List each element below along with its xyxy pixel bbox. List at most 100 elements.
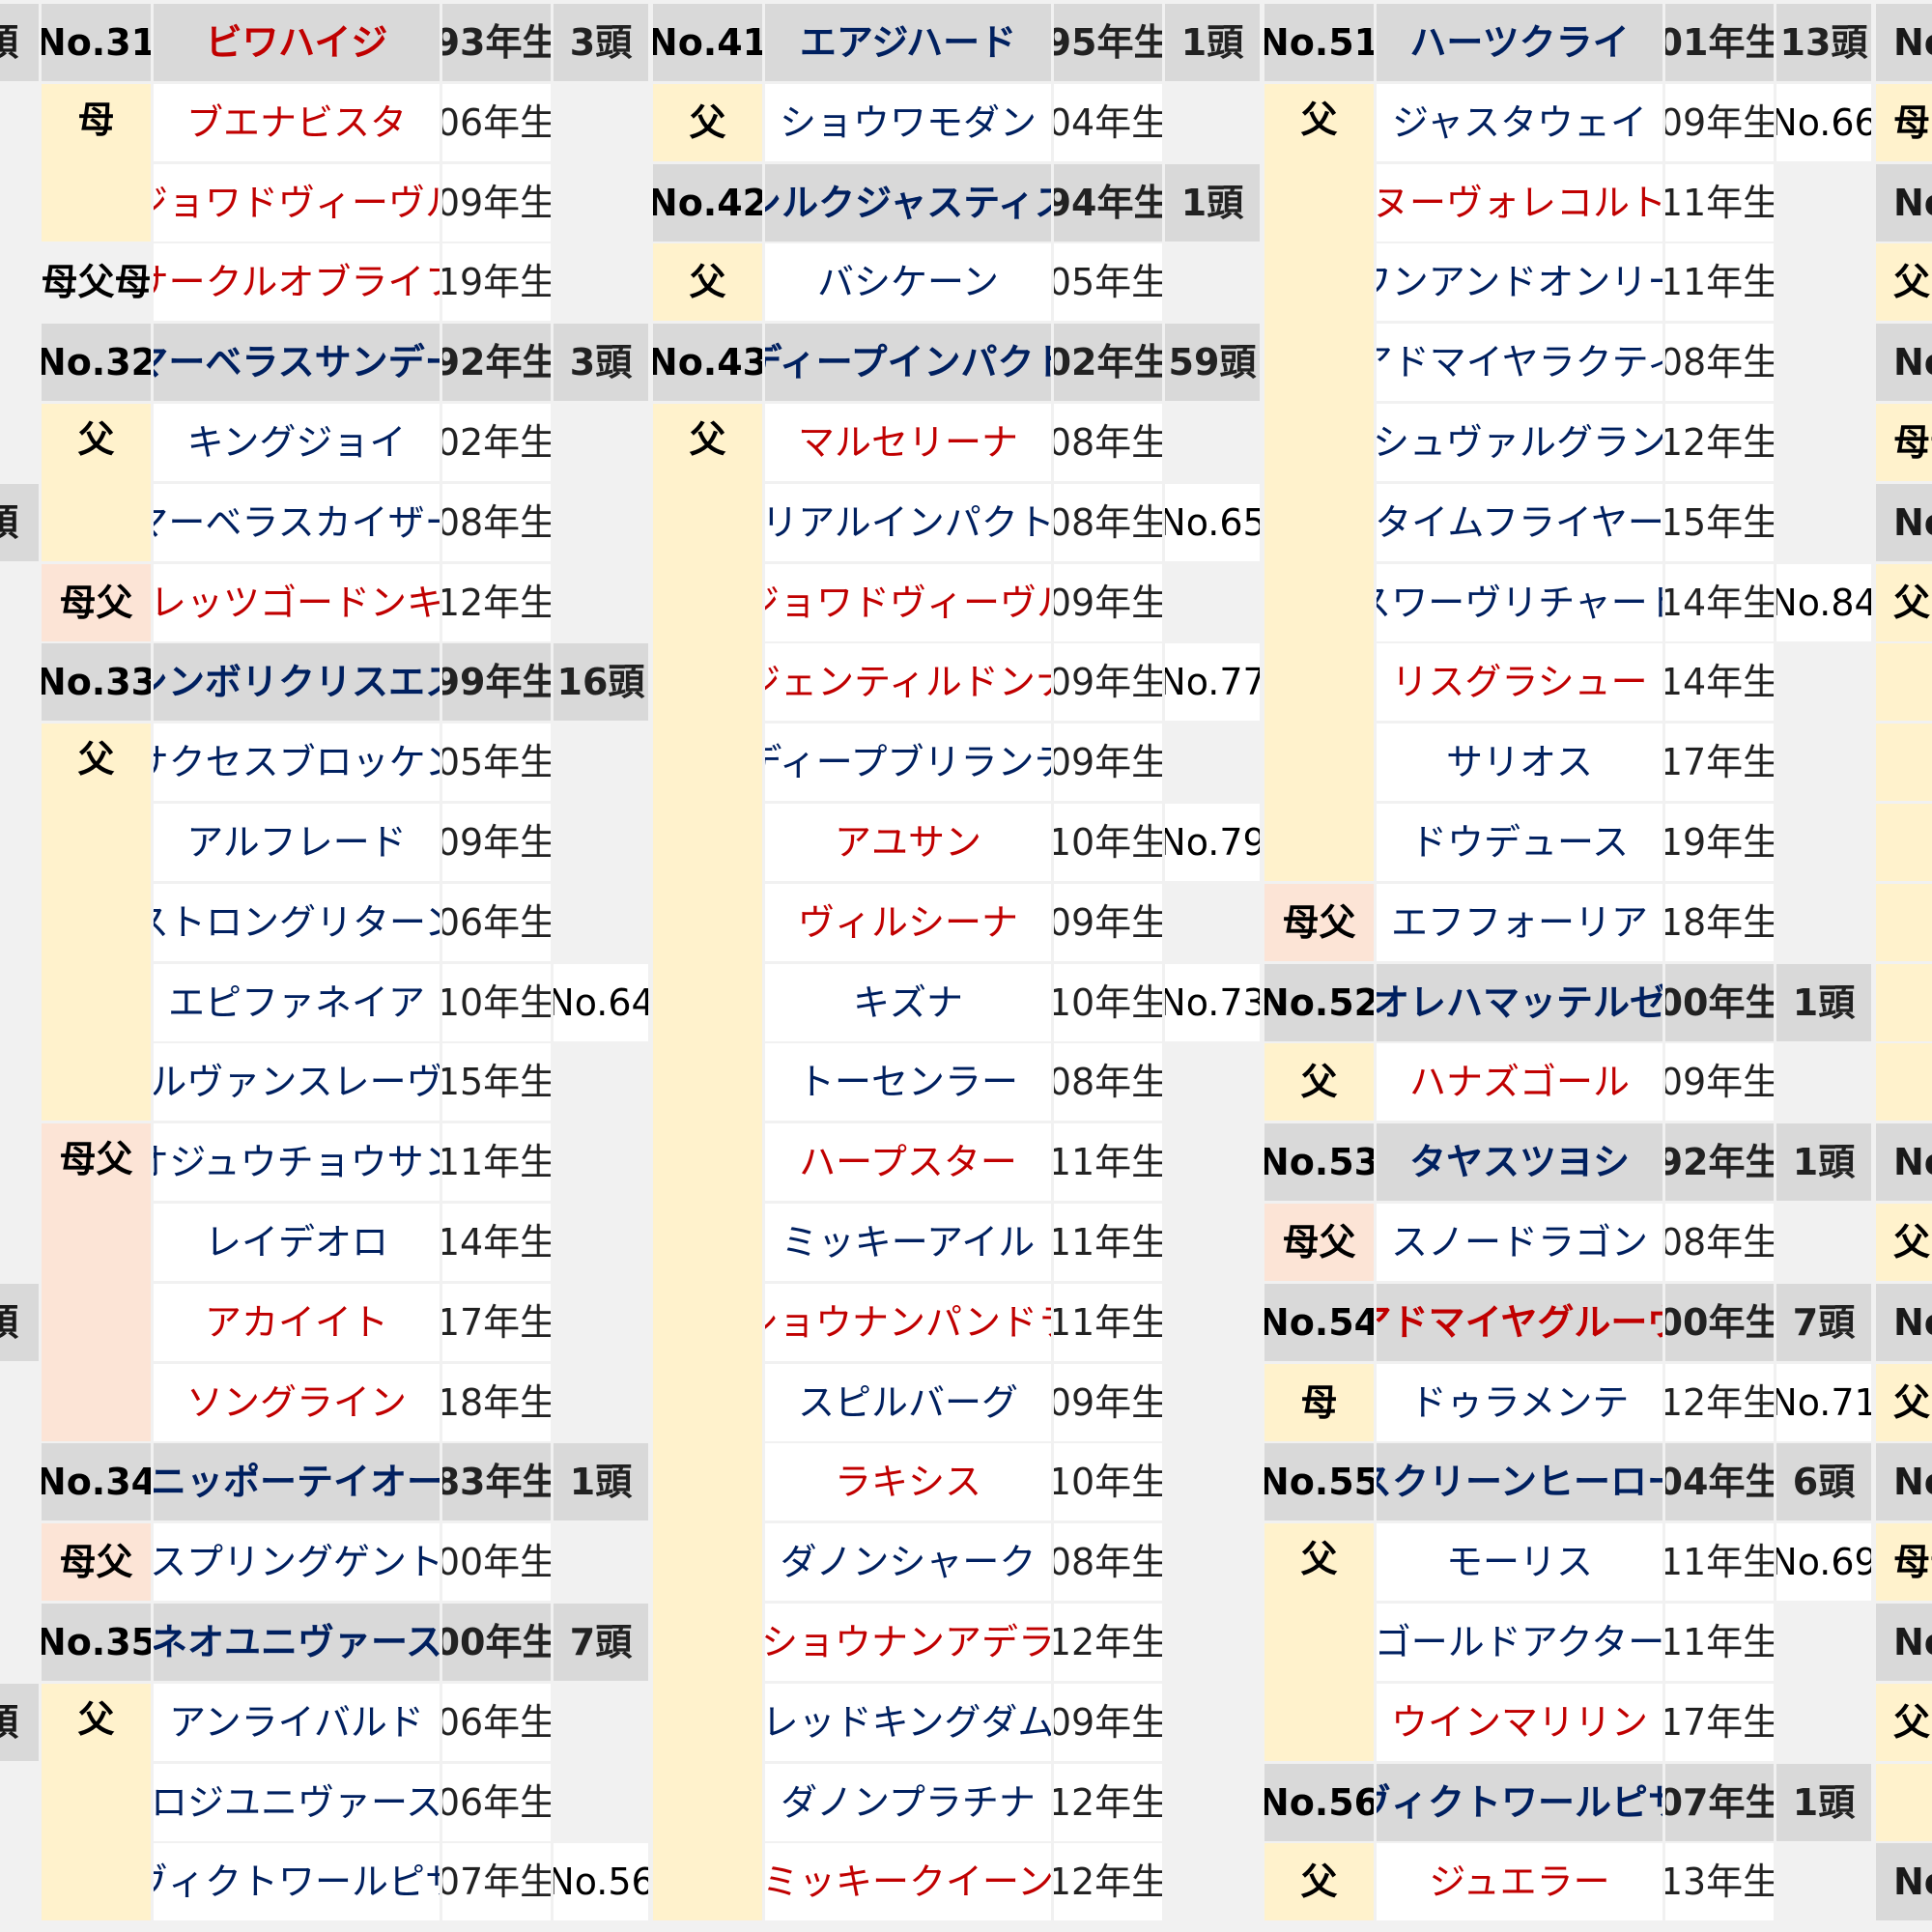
left-edge-cell <box>0 243 39 322</box>
sire-name: マーベラスサンデー <box>154 324 440 402</box>
birth-year: 09年生 <box>1665 83 1774 161</box>
horse-name: ミッキークイーン <box>765 1843 1051 1921</box>
birth-year: 09年生 <box>1054 883 1162 961</box>
cross-ref <box>1165 1123 1260 1202</box>
cross-ref <box>1776 1604 1871 1681</box>
birth-year: 08年生 <box>1054 483 1162 561</box>
birth-year: 11年生 <box>1665 1604 1774 1681</box>
birth-year: 09年生 <box>442 804 551 881</box>
horse-name: スワーヴリチャード <box>1377 563 1662 641</box>
cross-ref <box>1776 483 1871 561</box>
offspring-count: 7頭 <box>1776 1283 1871 1361</box>
cross-ref <box>1776 243 1871 322</box>
cross-ref <box>554 724 648 802</box>
horse-name: ディープブリランテ <box>765 724 1051 802</box>
left-edge-cell <box>0 163 39 242</box>
left-edge-cell: 頭 <box>0 1683 39 1761</box>
cross-ref <box>1165 1283 1260 1361</box>
group-number: No.52 <box>1264 963 1374 1041</box>
horse-name: ジェンティルドンナ <box>765 643 1051 722</box>
horse-name: ダノンシャーク <box>765 1523 1051 1602</box>
right-edge-cell: 父 <box>1876 243 1932 322</box>
birth-year: 10年生 <box>1054 963 1162 1041</box>
horse-name: トーセンラー <box>765 1043 1051 1122</box>
left-edge-cell <box>0 1204 39 1281</box>
horse-name: ダノンプラチナ <box>765 1763 1051 1841</box>
horse-name: アカイイト <box>154 1283 440 1361</box>
horse-name: リスグラシュー <box>1377 643 1662 722</box>
relation-label: 母父 <box>42 563 151 641</box>
cross-ref <box>1165 1043 1260 1122</box>
horse-name: ジョワドヴィーヴル <box>154 163 440 242</box>
group-number: No.31 <box>42 4 151 81</box>
offspring-count: 59頭 <box>1165 324 1260 402</box>
horse-name: サクセスブロッケン <box>154 724 440 802</box>
cross-ref <box>554 83 648 161</box>
group-number: No.41 <box>653 4 762 81</box>
group-number: No.35 <box>42 1604 151 1681</box>
sire-name: ヴィクトワールピサ <box>1377 1763 1662 1841</box>
right-edge-cell <box>1876 1763 1932 1841</box>
sire-name: エアジハード <box>765 4 1051 81</box>
left-edge-cell: 頭 <box>0 4 39 81</box>
cross-ref <box>1776 404 1871 481</box>
birth-year: 09年生 <box>1054 563 1162 641</box>
sire-name: スクリーンヒーロー <box>1377 1443 1662 1521</box>
birth-year: 12年生 <box>1665 1363 1774 1441</box>
relation-label: 父 <box>42 1683 151 1921</box>
relation-label: 母 <box>1264 1363 1374 1441</box>
birth-year: 10年生 <box>442 963 551 1041</box>
cross-ref <box>1165 1523 1260 1602</box>
right-edge-cell: 父 <box>1876 1363 1932 1441</box>
relation-label: 父 <box>653 243 762 322</box>
cross-ref <box>1165 1683 1260 1761</box>
horse-name: スノードラゴン <box>1377 1204 1662 1281</box>
birth-year: 09年生 <box>1054 643 1162 722</box>
left-edge-cell <box>0 1523 39 1602</box>
sire-name: シルクジャスティス <box>765 163 1051 242</box>
horse-name: ルヴァンスレーヴ <box>154 1043 440 1122</box>
offspring-count: 1頭 <box>1776 1123 1871 1202</box>
cross-ref <box>1776 1043 1871 1122</box>
cross-ref <box>1165 1604 1260 1681</box>
right-edge-cell <box>1876 963 1932 1041</box>
cross-ref <box>1165 883 1260 961</box>
left-edge-cell <box>0 1043 39 1122</box>
offspring-count: 1頭 <box>1776 1763 1871 1841</box>
birth-year: 11年生 <box>442 1123 551 1202</box>
cross-ref <box>1776 804 1871 881</box>
cross-ref <box>554 1204 648 1281</box>
horse-name: ウインマリリン <box>1377 1683 1662 1761</box>
offspring-count: 16頭 <box>554 643 648 722</box>
relation-label: 父 <box>1264 1843 1374 1921</box>
left-edge-cell <box>0 324 39 402</box>
birth-year: 06年生 <box>442 883 551 961</box>
cross-ref <box>1165 563 1260 641</box>
right-edge-cell <box>1876 804 1932 881</box>
cross-ref <box>1165 243 1260 322</box>
left-edge-cell <box>0 804 39 881</box>
relation-label: 母父 <box>1264 883 1374 961</box>
group-number: No.34 <box>42 1443 151 1521</box>
horse-name: アンライバルド <box>154 1683 440 1761</box>
horse-name: レイデオロ <box>154 1204 440 1281</box>
birth-year: 09年生 <box>1054 1363 1162 1441</box>
cross-ref <box>554 1363 648 1441</box>
horse-name: ブエナビスタ <box>154 83 440 161</box>
birth-year: 07年生 <box>442 1843 551 1921</box>
group-number: No.53 <box>1264 1123 1374 1202</box>
horse-name: モーリス <box>1377 1523 1662 1602</box>
cross-ref <box>554 1683 648 1761</box>
offspring-count: 7頭 <box>554 1604 648 1681</box>
horse-name: リアルインパクト <box>765 483 1051 561</box>
right-edge-cell: No <box>1876 4 1932 81</box>
horse-name: レッドキングダム <box>765 1683 1051 1761</box>
birth-year: 08年生 <box>1665 324 1774 402</box>
cross-ref: No.79 <box>1165 804 1260 881</box>
birth-year: 09年生 <box>1054 724 1162 802</box>
offspring-count: 3頭 <box>554 324 648 402</box>
relation-label: 母父 <box>42 1523 151 1602</box>
birth-year: 09年生 <box>1665 1043 1774 1122</box>
horse-name: ショウナンパンドラ <box>765 1283 1051 1361</box>
birth-year: 19年生 <box>442 243 551 322</box>
